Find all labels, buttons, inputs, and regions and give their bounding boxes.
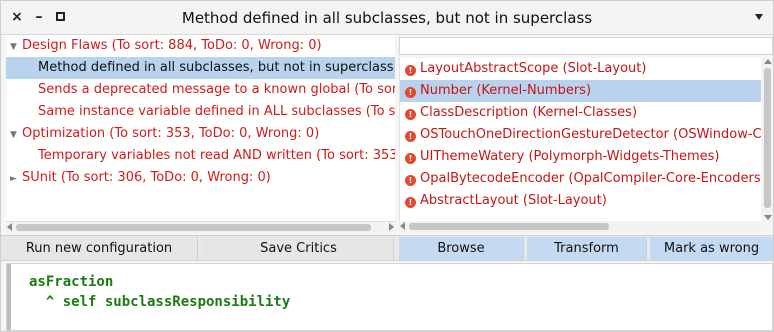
code-gutter [7,264,11,330]
collapse-arrow-icon[interactable]: ► [10,168,22,190]
scroll-up-icon[interactable] [764,59,772,64]
mark-as-wrong-button[interactable]: Mark as wrong [650,237,773,260]
tree-horizontal-scrollbar[interactable] [6,221,395,233]
error-icon: ! [405,197,416,208]
tree-item-temporary-variables[interactable]: Temporary variables not read AND written… [6,145,395,167]
tree-item-design-flaws[interactable]: ▼ Design Flaws (To sort: 884, ToDo: 0, Wr… [6,35,395,57]
error-icon: ! [405,131,416,142]
list-item-selected[interactable]: ! Number (Kernel-Numbers) [400,80,761,102]
tree-item-optimization[interactable]: ▼ Optimization (To sort: 353, ToDo: 0, Wr… [6,123,395,145]
scrollbar-thumb[interactable] [764,68,771,208]
scroll-right-icon[interactable] [389,223,394,231]
results-list[interactable]: ! LayoutAbstractScope (Slot-Layout) ! Numb… [399,58,761,221]
scrollbar-thumb[interactable] [409,223,609,230]
list-item[interactable]: ! UIThemeWatery (Polymorph-Widgets-Themes… [400,146,761,168]
scrollbar-thumb[interactable] [16,224,371,231]
window-menu-icon[interactable] [755,14,763,20]
scroll-left-icon[interactable] [400,222,405,230]
scroll-left-icon[interactable] [7,223,12,231]
tree-item-sunit[interactable]: ► SUnit (To sort: 306, ToDo: 0, Wrong: 0) [6,167,395,189]
save-critics-button[interactable]: Save Critics [204,237,394,260]
list-item[interactable]: ! OpalBytecodeEncoder (OpalCompiler-Core-… [400,168,761,190]
error-icon: ! [405,65,416,76]
list-item[interactable]: ! AbstractLayout (Slot-Layout) [400,190,761,212]
filter-input[interactable] [399,37,773,55]
list-item[interactable]: ! LayoutAbstractScope (Slot-Layout) [400,58,761,80]
error-icon: ! [405,87,416,98]
list-item[interactable]: ! ClassDescription (Kernel-Classes) [400,102,761,124]
tree-item-same-instance-variable[interactable]: Same instance variable defined in ALL su… [6,101,395,123]
list-item[interactable]: ! OSTouchOneDirectionGestureDetector (OSW… [400,124,761,146]
tree-item-deprecated-message[interactable]: Sends a deprecated message to a known gl… [6,79,395,101]
code-line-selector: asFraction [29,274,114,290]
browse-button[interactable]: Browse [399,237,524,260]
expand-arrow-icon[interactable]: ▼ [10,36,22,58]
transform-button[interactable]: Transform [527,237,647,260]
results-vertical-scrollbar[interactable] [762,58,773,221]
rules-tree[interactable]: ▼ Design Flaws (To sort: 884, ToDo: 0, Wr… [6,35,395,227]
critic-browser-window: × – Method defined in all subclasses, bu… [0,0,774,332]
error-icon: ! [405,175,416,186]
run-new-configuration-button[interactable]: Run new configuration [1,237,198,260]
error-icon: ! [405,109,416,120]
results-horizontal-scrollbar[interactable] [399,221,761,233]
code-line-body: ^ self subclassResponsibility [29,294,291,310]
button-bar: Run new configuration Save Critics Brows… [1,235,773,261]
title-bar[interactable]: × – Method defined in all subclasses, bu… [1,1,773,35]
expand-arrow-icon[interactable]: ▼ [10,124,22,146]
window-title: Method defined in all subclasses, but no… [181,9,593,27]
scroll-down-icon[interactable] [764,215,772,220]
error-icon: ! [405,153,416,164]
tree-item-method-defined-in-all-subclasses[interactable]: Method defined in all subclasses, but no… [6,57,395,79]
source-code-pane[interactable]: asFraction ^ self subclassResponsibility [6,263,773,331]
